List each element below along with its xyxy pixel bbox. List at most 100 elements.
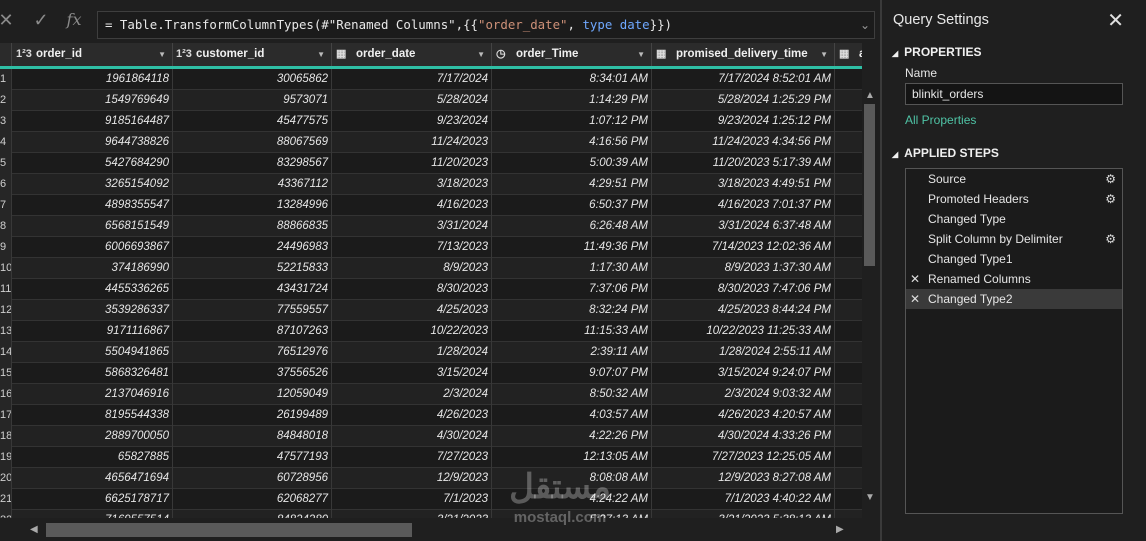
delete-step-icon[interactable]: ✕ [910,289,920,309]
applied-step-changed-type1[interactable]: Changed Type1 [906,249,1122,269]
vertical-scroll-thumb[interactable] [864,104,875,266]
table-row[interactable]: 14 5504941865 76512976 1/28/2024 2:39:11 AM 1… [0,342,862,363]
table-cell[interactable] [835,153,862,174]
table-cell[interactable]: 43367112 [172,174,332,195]
table-cell[interactable]: 83298567 [172,153,332,174]
table-cell[interactable]: 5504941865 [12,342,173,363]
query-name-input[interactable]: blinkit_orders [905,83,1123,105]
table-cell[interactable]: 3/18/2023 [332,174,492,195]
table-cell[interactable]: 7/13/2023 [332,237,492,258]
applied-steps-section[interactable]: ◢ APPLIED STEPS [892,146,999,160]
table-cell[interactable]: 6625178717 [12,489,173,510]
table-cell[interactable] [835,489,862,510]
expand-formula-icon[interactable]: ⌄ [860,12,870,38]
table-cell[interactable]: 3/18/2023 4:49:51 PM [652,174,835,195]
row-number[interactable]: 21 [0,489,12,510]
row-number[interactable]: 8 [0,216,12,237]
row-number[interactable]: 10 [0,258,12,279]
row-number[interactable]: 5 [0,153,12,174]
table-cell[interactable]: 4:16:56 PM [492,132,652,153]
table-row[interactable]: 21 6625178717 62068277 7/1/2023 4:24:22 AM 7/… [0,489,862,510]
table-cell[interactable] [835,405,862,426]
scroll-up-icon[interactable]: ▲ [865,90,875,101]
table-cell[interactable]: 77559557 [172,300,332,321]
row-number[interactable]: 7 [0,195,12,216]
row-number[interactable]: 6 [0,174,12,195]
formula-input[interactable]: = Table.TransformColumnTypes(#"Renamed C… [97,11,875,39]
row-number[interactable]: 11 [0,279,12,300]
table-cell[interactable]: 4656471694 [12,468,173,489]
table-cell[interactable]: 84824280 [172,510,332,518]
table-cell[interactable]: 5427684290 [12,153,173,174]
table-cell[interactable] [835,468,862,489]
table-cell[interactable]: 1:07:12 PM [492,111,652,132]
table-row[interactable]: 20 4656471694 60728956 12/9/2023 8:08:08 AM 1… [0,468,862,489]
row-number-header[interactable] [0,43,12,66]
table-cell[interactable]: 3/31/2024 [332,216,492,237]
table-cell[interactable]: 2:39:11 AM [492,342,652,363]
table-cell[interactable]: 9185164487 [12,111,173,132]
table-cell[interactable]: 13284996 [172,195,332,216]
table-row[interactable]: 9 6006693867 24496983 7/13/2023 11:49:36 PM 7… [0,237,862,258]
scroll-left-icon[interactable]: ◀ [30,524,38,535]
column-filter-icon[interactable]: ▼ [820,43,828,66]
table-cell[interactable]: 9171116867 [12,321,173,342]
table-cell[interactable]: 6:50:37 PM [492,195,652,216]
table-cell[interactable]: 12/9/2023 8:27:08 AM [652,468,835,489]
table-cell[interactable]: 2/3/2024 [332,384,492,405]
table-cell[interactable]: 4:29:51 PM [492,174,652,195]
scroll-right-icon[interactable]: ▶ [836,524,844,535]
table-cell[interactable]: 9:07:07 PM [492,363,652,384]
table-cell[interactable]: 84848018 [172,426,332,447]
table-row[interactable]: 11 4455336265 43431724 8/30/2023 7:37:06 PM 8… [0,279,862,300]
table-cell[interactable]: 7/17/2024 8:52:01 AM [652,69,835,90]
table-cell[interactable]: 10/22/2023 11:25:33 AM [652,321,835,342]
table-cell[interactable]: 11/24/2023 4:34:56 PM [652,132,835,153]
table-cell[interactable]: 1/28/2024 [332,342,492,363]
column-type-icon[interactable]: ▦ [336,43,346,66]
table-cell[interactable] [835,174,862,195]
table-cell[interactable]: 11/20/2023 [332,153,492,174]
table-cell[interactable]: 9/23/2024 1:25:12 PM [652,111,835,132]
table-cell[interactable]: 7/17/2024 [332,69,492,90]
table-cell[interactable] [835,384,862,405]
vertical-scrollbar[interactable]: ▲ ▼ [862,88,876,518]
table-cell[interactable] [835,90,862,111]
table-cell[interactable]: 3539286337 [12,300,173,321]
table-cell[interactable]: 11/24/2023 [332,132,492,153]
table-row[interactable]: 6 3265154092 43367112 3/18/2023 4:29:51 PM 3/… [0,174,862,195]
gear-icon[interactable]: ⚙ [1105,229,1116,249]
table-cell[interactable] [835,363,862,384]
table-cell[interactable] [835,132,862,153]
table-cell[interactable] [835,426,862,447]
table-row[interactable]: 8 6568151549 88866835 3/31/2024 6:26:48 AM 3/… [0,216,862,237]
table-cell[interactable]: 3/31/2024 6:37:48 AM [652,216,835,237]
table-cell[interactable] [835,279,862,300]
table-cell[interactable]: 87107263 [172,321,332,342]
table-row[interactable]: 5 5427684290 83298567 11/20/2023 5:00:39 AM 1… [0,153,862,174]
table-cell[interactable]: 4:03:57 AM [492,405,652,426]
table-cell[interactable]: 10/22/2023 [332,321,492,342]
table-row[interactable]: 17 8195544338 26199489 4/26/2023 4:03:57 AM 4… [0,405,862,426]
table-cell[interactable]: 5868326481 [12,363,173,384]
table-cell[interactable]: 2889700050 [12,426,173,447]
row-number[interactable]: 14 [0,342,12,363]
table-cell[interactable]: 5:00:39 AM [492,153,652,174]
table-cell[interactable]: 4/30/2024 4:33:26 PM [652,426,835,447]
gear-icon[interactable]: ⚙ [1105,189,1116,209]
table-cell[interactable]: 1961864118 [12,69,173,90]
table-cell[interactable]: 5/28/2024 1:25:29 PM [652,90,835,111]
table-cell[interactable]: 45477575 [172,111,332,132]
table-cell[interactable]: 2137046916 [12,384,173,405]
table-cell[interactable]: 30065862 [172,69,332,90]
column-type-icon[interactable]: 1²3 [176,43,192,66]
table-cell[interactable]: 3/15/2024 9:24:07 PM [652,363,835,384]
applied-step-changed-type2[interactable]: ✕ Changed Type2 [906,289,1122,309]
table-row[interactable]: 10 374186990 52215833 8/9/2023 1:17:30 AM 8/9… [0,258,862,279]
table-cell[interactable]: 4/16/2023 7:01:37 PM [652,195,835,216]
cancel-icon[interactable]: ✕ [0,8,18,32]
table-cell[interactable]: 7:37:06 PM [492,279,652,300]
table-cell[interactable]: 7/14/2023 12:02:36 AM [652,237,835,258]
row-number[interactable]: 3 [0,111,12,132]
table-cell[interactable]: 7/27/2023 [332,447,492,468]
